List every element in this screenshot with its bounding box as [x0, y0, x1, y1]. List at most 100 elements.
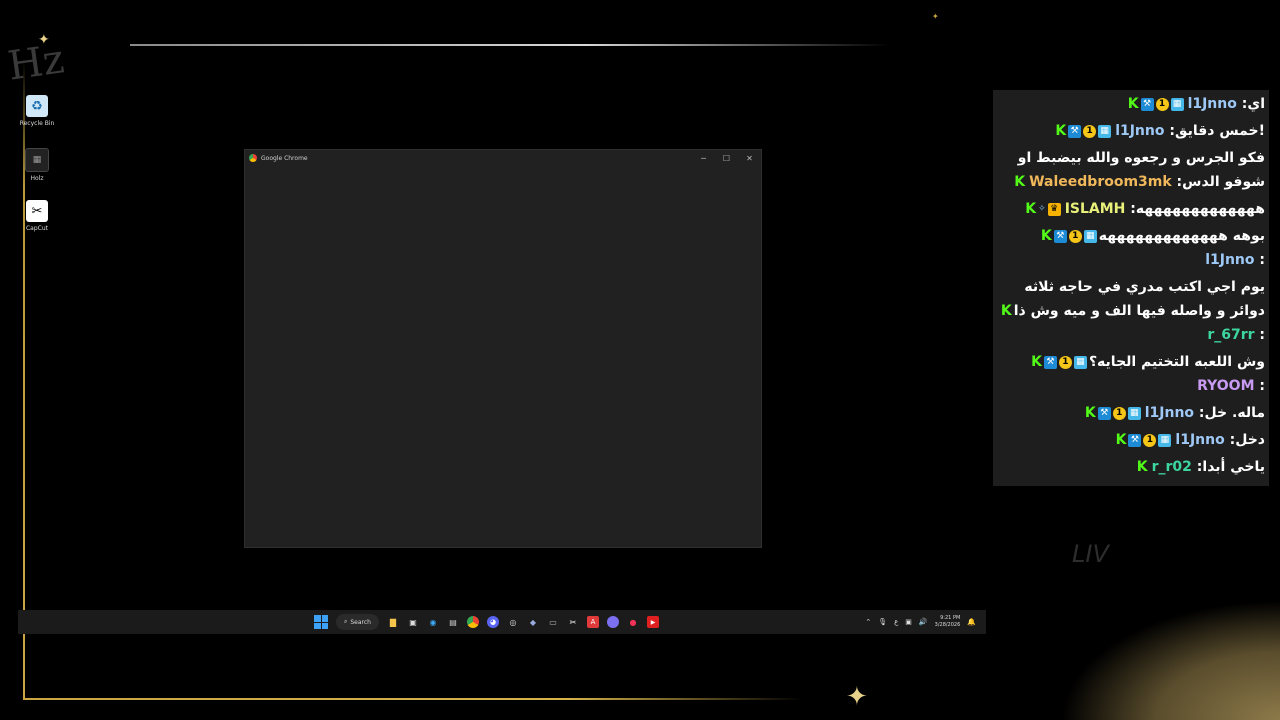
chat-message-header: K ✧ ♛ ISLAMH : — [1025, 201, 1136, 217]
chat-message: وش اللعبه التختيم الجايه؟ K ⚒ 1 ▦ RYOOM : — [997, 350, 1265, 398]
discord-icon[interactable]: ◕ — [487, 616, 499, 628]
moderator-badge-icon: ⚒ — [1053, 229, 1067, 243]
search-icon: ⌕ — [344, 618, 348, 625]
desktop-icon-recycle-bin[interactable]: ♻ Recycle Bin — [15, 95, 59, 127]
chrome-icon[interactable] — [467, 616, 479, 628]
chat-separator: : — [1254, 327, 1265, 343]
chat-message-header: K Waleedbroom3mk : — [1014, 174, 1182, 190]
kick-badge-icon: K — [1040, 227, 1052, 244]
star-icon: ✦ — [846, 682, 868, 712]
kick-badge-icon: K — [1136, 458, 1148, 475]
chat-message-header: K⚒1▦l1Jnno : — [1085, 405, 1205, 421]
chat-message-header: K⚒1▦l1Jnno : — [1116, 432, 1236, 448]
chat-message-header: K⚒1▦l1Jnno : — [1055, 123, 1175, 139]
chat-separator: : — [1254, 252, 1265, 268]
chevron-up-icon[interactable]: ⌃ — [865, 618, 871, 626]
overlay-frame-top — [130, 44, 890, 46]
chat-message: دخلK ⚒ 1 ▦ l1Jnno : — [997, 428, 1265, 452]
chat-message-text: دخل — [1235, 432, 1265, 448]
taskbar-search[interactable]: ⌕ Search — [336, 614, 379, 630]
clock[interactable]: 9:21 PM 3/28/2026 — [935, 615, 961, 629]
network-icon[interactable]: ▣ — [905, 618, 912, 626]
chat-username[interactable]: l1Jnno — [1145, 405, 1194, 421]
overlay-frame-bottom — [23, 698, 803, 700]
kick-badge-icon: K — [1025, 200, 1037, 217]
task-manager-icon[interactable]: ▤ — [447, 616, 459, 628]
desktop-icon-label: Recycle Bin — [19, 120, 55, 127]
minimize-button[interactable]: ─ — [692, 154, 715, 163]
subscriber-badge-icon: 1 — [1143, 433, 1157, 447]
chat-separator: : — [1254, 378, 1265, 394]
close-button[interactable]: ✕ — [738, 154, 761, 163]
kick-badge-icon: K — [1000, 302, 1012, 319]
chat-username[interactable]: Waleedbroom3mk — [1029, 174, 1172, 190]
chat-username[interactable]: r_67rr — [1207, 327, 1254, 343]
capcut-icon[interactable]: ✂ — [567, 616, 579, 628]
adobe-icon[interactable]: A — [587, 616, 599, 628]
window-title: Google Chrome — [261, 154, 308, 162]
chat-username[interactable]: RYOOM — [1197, 378, 1254, 394]
chat-separator: : — [1191, 459, 1203, 475]
crown-badge-icon: ♛ — [1047, 202, 1061, 216]
chat-message: يوم اجي اكتب مدري في حاجه ثلاثه دوائر و … — [997, 275, 1265, 347]
subscriber-badge-icon: 1 — [1083, 124, 1097, 138]
discord-alt-icon[interactable] — [607, 616, 619, 628]
chat-message: ماله. خل K ⚒ 1 ▦ l1Jnno : — [997, 401, 1265, 425]
chat-message-text: ماله. خل — [1204, 405, 1265, 421]
chat-message: فكو الجرس و رجعوه والله بيضبط او شوفو ال… — [997, 146, 1265, 194]
obs-icon[interactable]: ◎ — [507, 616, 519, 628]
chrome-icon — [249, 154, 257, 162]
edge-icon[interactable]: ◉ — [427, 616, 439, 628]
chat-message-text: !خمس دقايق — [1174, 123, 1265, 139]
chat-overlay: ايK ⚒ 1 ▦ l1Jnno : !خمس دقايقK ⚒ 1 ▦ l1Jnno : فك… — [993, 90, 1269, 486]
chat-username[interactable]: l1Jnno — [1115, 123, 1164, 139]
capcut-icon: ✂ — [26, 200, 48, 222]
recorder-icon[interactable]: ● — [627, 616, 639, 628]
chat-message-text: هههههههههههههه — [1135, 201, 1265, 217]
kick-badge-icon: K — [1115, 431, 1127, 448]
kick-badge-icon: K — [1084, 404, 1096, 421]
chat-separator: : — [1171, 174, 1183, 190]
desktop-icon-capcut[interactable]: ✂ CapCut — [15, 200, 59, 232]
chat-separator: : — [1164, 123, 1175, 139]
chat-username[interactable]: r_r02 — [1152, 459, 1192, 475]
chat-separator: : — [1224, 432, 1236, 448]
chat-separator: : — [1125, 201, 1136, 217]
maximize-button[interactable]: ☐ — [715, 154, 738, 163]
subscriber-badge-icon: 1 — [1112, 406, 1126, 420]
chat-message-text: يوم اجي اكتب مدري في حاجه ثلاثه دوائر و … — [1013, 279, 1265, 319]
chat-message: هههههههههههههه K ✧ ♛ ISLAMH : — [997, 197, 1265, 221]
keyboard-icon[interactable]: ▭ — [547, 616, 559, 628]
desktop-icon-holz[interactable]: ▦ Holz — [15, 148, 59, 182]
subscriber-badge-icon: 1 — [1058, 355, 1072, 369]
chrome-window[interactable]: Google Chrome ─ ☐ ✕ — [244, 149, 762, 548]
chat-message: بوهه هههههههههههههه K ⚒ 1 ▦ l1Jnno : — [997, 224, 1265, 272]
supporter-badge-icon: ▦ — [1098, 124, 1112, 138]
volume-icon[interactable]: 🔊 — [919, 618, 928, 626]
moderator-badge-icon: ⚒ — [1068, 124, 1082, 138]
chat-message: ياخي أبداK r_r02 : — [997, 455, 1265, 479]
youtube-icon[interactable]: ▶ — [647, 616, 659, 628]
gem-badge-icon: ✧ — [1038, 203, 1046, 214]
start-button[interactable] — [314, 615, 328, 629]
language-indicator[interactable]: ع — [894, 618, 898, 626]
chat-username[interactable]: l1Jnno — [1205, 252, 1254, 268]
chat-username[interactable]: l1Jnno — [1175, 432, 1224, 448]
brand-scribble: Hz — [5, 36, 67, 90]
store-icon[interactable]: ▣ — [407, 616, 419, 628]
microphone-icon[interactable]: 🎙 — [878, 618, 887, 626]
recycle-bin-icon: ♻ — [26, 95, 48, 117]
notification-icon[interactable]: 🔔 — [967, 618, 976, 626]
desktop-icon-label: Holz — [30, 175, 44, 182]
chrome-titlebar[interactable]: Google Chrome ─ ☐ ✕ — [245, 150, 761, 166]
steam-icon[interactable]: ◆ — [527, 616, 539, 628]
search-label: Search — [350, 618, 371, 626]
holz-icon: ▦ — [25, 148, 49, 172]
time: 9:21 PM — [940, 615, 961, 621]
file-explorer-icon[interactable]: ▇ — [387, 616, 399, 628]
chat-username[interactable]: l1Jnno — [1188, 96, 1237, 112]
desktop-icon-label: CapCut — [25, 225, 49, 232]
moderator-badge-icon: ⚒ — [1043, 355, 1057, 369]
chat-username[interactable]: ISLAMH — [1065, 201, 1126, 217]
chat-message: !خمس دقايقK ⚒ 1 ▦ l1Jnno : — [997, 119, 1265, 143]
